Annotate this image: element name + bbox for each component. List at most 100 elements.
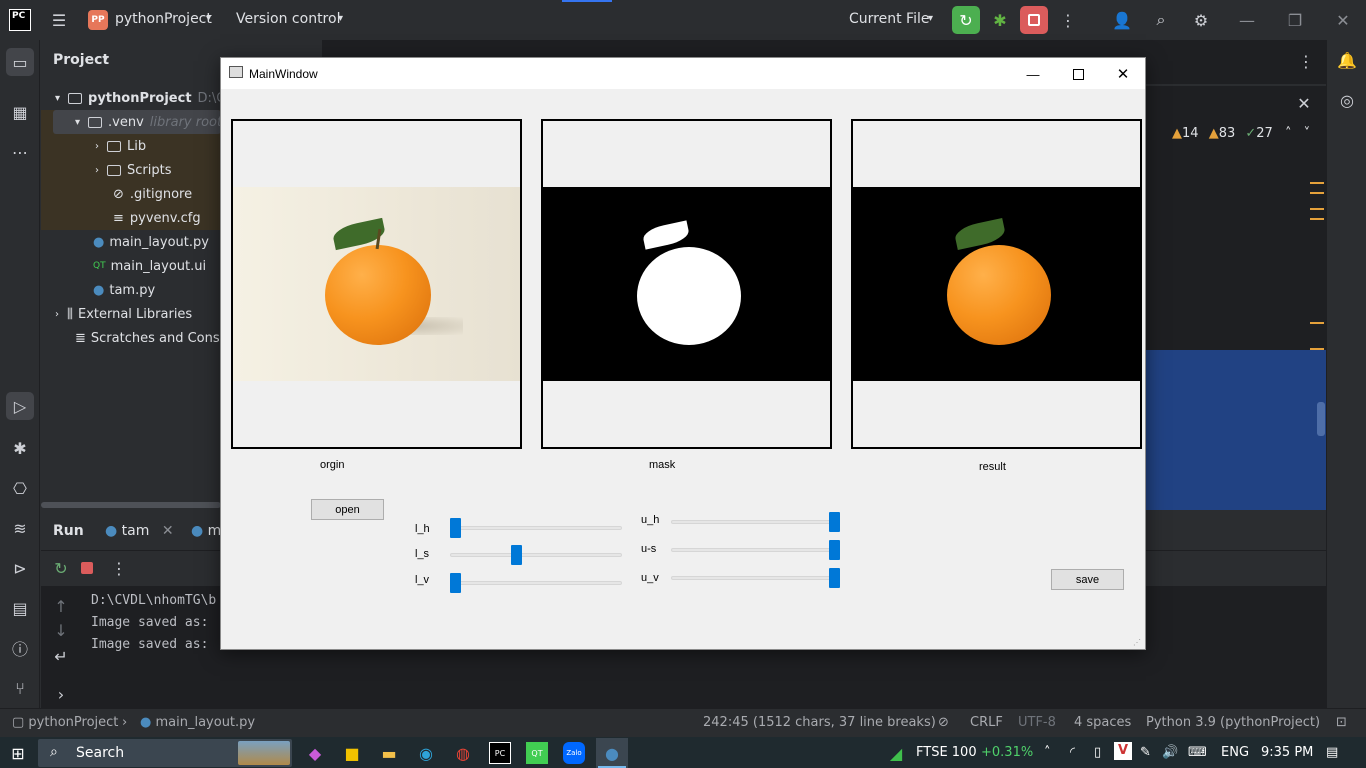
volume-icon[interactable]: 🔊 — [1162, 745, 1178, 760]
slider-handle[interactable] — [829, 540, 840, 560]
minimize-window-icon[interactable]: — — [1236, 9, 1258, 31]
inspection-widget[interactable]: ▲14 ▲83 ✓27 ˄ ˅ — [1172, 126, 1310, 141]
editor-scrollbar[interactable] — [1317, 402, 1325, 436]
qt-minimize-icon[interactable]: — — [1021, 62, 1045, 86]
stock-name[interactable]: FTSE 100 — [916, 745, 977, 760]
close-find-icon[interactable]: ✕ — [1292, 92, 1316, 114]
breadcrumb-project[interactable]: ▢ pythonProject — [12, 715, 118, 730]
python-packages-icon[interactable]: ⎔ — [8, 476, 32, 500]
slider-u-h[interactable] — [671, 512, 840, 532]
run-tool-icon[interactable]: ▷ — [6, 392, 34, 420]
qt-designer-icon[interactable]: QT — [526, 742, 548, 764]
expand-chevron-icon[interactable]: ▾ — [55, 93, 60, 104]
tree-item-scratches[interactable]: ≣ Scratches and Conso — [75, 326, 228, 350]
stock-chart-icon[interactable]: ◢ — [884, 742, 908, 764]
project-switcher[interactable]: pythonProject — [115, 11, 212, 27]
taskbar-search-box[interactable]: ⌕ Search — [38, 739, 292, 767]
scroll-down-icon[interactable]: ↓ — [51, 620, 71, 640]
more-actions-icon[interactable]: ⋮ — [109, 558, 129, 578]
run-tab-main[interactable]: ● m — [191, 523, 221, 539]
app-tray-icon[interactable]: V — [1114, 742, 1132, 760]
input-language[interactable]: ENG — [1221, 745, 1249, 760]
python-app-icon[interactable]: ● — [596, 738, 628, 768]
tree-item-external-libraries[interactable]: › ⫼ External Libraries — [55, 302, 192, 326]
tree-item-main-layout-ui[interactable]: QT main_layout.ui — [93, 254, 206, 278]
tree-item-gitignore[interactable]: ⊘ .gitignore — [113, 182, 192, 206]
tree-item-scripts[interactable]: › Scripts — [95, 158, 171, 182]
terminal-icon[interactable]: ▤ — [8, 596, 32, 620]
rerun-icon[interactable]: ↻ — [51, 558, 71, 578]
add-user-icon[interactable]: 👤 — [1110, 9, 1134, 31]
resize-grip-icon[interactable]: ⋰ — [1133, 638, 1141, 647]
breadcrumb-file[interactable]: ● main_layout.py — [140, 715, 255, 730]
stop-icon[interactable] — [77, 558, 97, 578]
keyboard-icon[interactable]: ⌨ — [1188, 745, 1207, 760]
structure-icon[interactable]: ▦ — [8, 100, 32, 124]
scroll-up-icon[interactable]: ↑ — [51, 596, 71, 616]
file-explorer-icon[interactable]: ▬ — [378, 742, 400, 764]
git-icon[interactable]: ⑂ — [8, 676, 32, 700]
show-hidden-icons[interactable]: ˄ — [1044, 745, 1051, 760]
qt-close-icon[interactable]: ✕ — [1111, 62, 1135, 86]
line-separator[interactable]: CRLF — [970, 715, 1003, 730]
version-control-chevron-icon[interactable]: ▾ — [338, 13, 343, 24]
project-switcher-chevron-icon[interactable]: ▾ — [206, 13, 211, 24]
run-config-chevron-icon[interactable]: ▾ — [928, 13, 933, 24]
tray-icon[interactable]: ✎ — [1140, 745, 1151, 760]
run-tab-tam[interactable]: ● tam ✕ — [105, 523, 174, 539]
battery-icon[interactable]: ▯ — [1094, 745, 1101, 760]
editor-more-icon[interactable]: ⋮ — [1296, 50, 1316, 72]
version-control-menu[interactable]: Version control — [236, 11, 340, 27]
sticky-notes-icon[interactable]: ■ — [341, 742, 363, 764]
rerun-icon[interactable]: ↻ — [952, 6, 980, 34]
soft-wrap-icon[interactable]: ↵ — [51, 646, 71, 666]
caret-position[interactable]: 242:45 (1512 chars, 37 line breaks) — [703, 715, 936, 730]
expand-chevron-icon[interactable]: › — [55, 309, 59, 320]
close-tab-icon[interactable]: ✕ — [162, 523, 174, 539]
pycharm-logo[interactable]: PC — [9, 9, 31, 31]
run-panel-title[interactable]: Run — [53, 523, 84, 539]
more-actions-icon[interactable]: ⋮ — [1058, 9, 1078, 31]
copilot-icon[interactable]: ◆ — [304, 742, 326, 764]
edge-icon[interactable]: ◉ — [415, 742, 437, 764]
project-folder-icon[interactable]: ▭ — [6, 48, 34, 76]
clock[interactable]: 9:35 PM — [1261, 745, 1313, 760]
tree-item-main-layout-py[interactable]: ● main_layout.py — [93, 230, 209, 254]
layers-icon[interactable]: ≋ — [8, 516, 32, 540]
project-badge[interactable]: PP — [88, 10, 108, 30]
open-button[interactable]: open — [311, 499, 384, 520]
main-menu-icon[interactable]: ☰ — [48, 10, 70, 30]
close-window-icon[interactable]: ✕ — [1332, 9, 1354, 31]
no-vcs-icon[interactable]: ⊘ — [938, 715, 949, 730]
slider-handle[interactable] — [511, 545, 522, 565]
problems-icon[interactable]: ⓘ — [8, 636, 32, 660]
tree-item-pyvenv[interactable]: ≡ pyvenv.cfg — [113, 206, 201, 230]
qt-maximize-icon[interactable] — [1066, 62, 1090, 86]
stop-icon[interactable] — [1020, 6, 1048, 34]
slider-handle[interactable] — [829, 512, 840, 532]
expand-chevron-icon[interactable]: ▾ — [75, 117, 80, 128]
chrome-icon[interactable]: ◍ — [452, 742, 474, 764]
notifications-icon[interactable]: ▤ — [1326, 745, 1338, 760]
expand-chevron-icon[interactable]: › — [95, 165, 99, 176]
run-config-selector[interactable]: Current File — [849, 11, 929, 27]
notifications-bell-icon[interactable]: 🔔 — [1335, 48, 1359, 72]
services-icon[interactable]: ⊳ — [8, 556, 32, 580]
expand-icon[interactable]: › — [51, 684, 71, 704]
file-encoding[interactable]: UTF-8 — [1018, 715, 1056, 730]
save-button[interactable]: save — [1051, 569, 1124, 590]
slider-u-v[interactable] — [671, 568, 840, 588]
prev-highlight-icon[interactable]: ˄ — [1285, 126, 1292, 141]
indent-setting[interactable]: 4 spaces — [1074, 715, 1131, 730]
wifi-icon[interactable]: ◜ — [1070, 745, 1075, 760]
pycharm-taskbar-icon[interactable]: PC — [489, 742, 511, 764]
qt-window-title-bar[interactable]: MainWindow — ✕ — [221, 58, 1145, 89]
next-highlight-icon[interactable]: ˅ — [1304, 126, 1311, 141]
ai-assistant-icon[interactable]: ◎ — [1335, 88, 1359, 112]
tree-item-tam-py[interactable]: ● tam.py — [93, 278, 155, 302]
slider-handle[interactable] — [829, 568, 840, 588]
horizontal-scrollbar[interactable] — [41, 502, 221, 508]
slider-handle[interactable] — [450, 573, 461, 593]
search-icon[interactable]: ⌕ — [1150, 9, 1172, 31]
slider-l-h[interactable] — [450, 518, 622, 538]
